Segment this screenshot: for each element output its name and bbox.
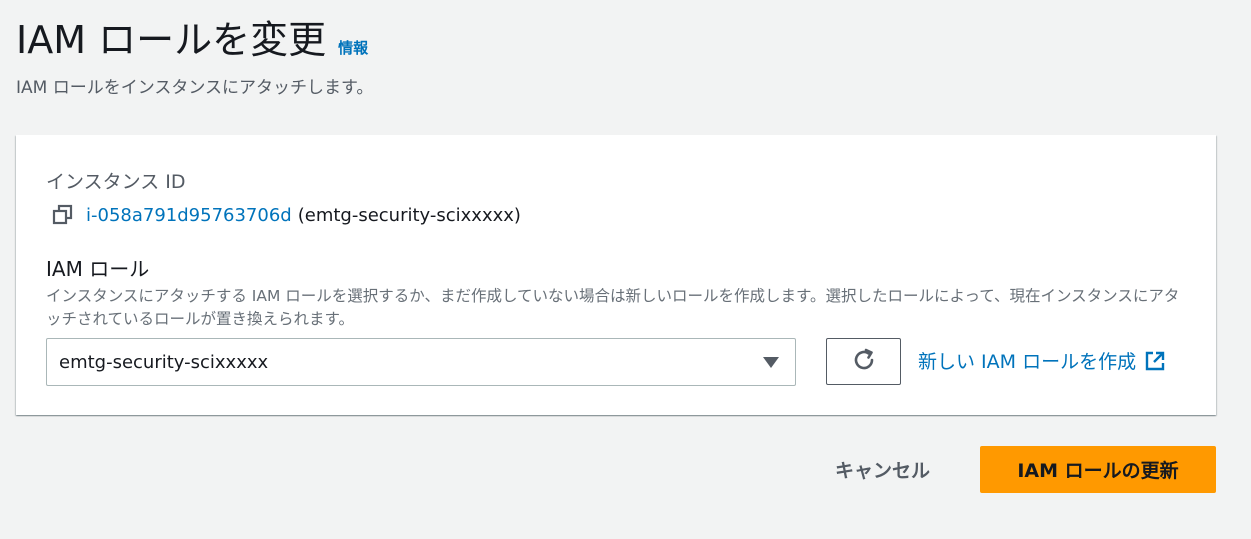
iam-role-selected-value: emtg-security-scixxxxx	[59, 351, 269, 373]
refresh-button[interactable]	[826, 338, 901, 385]
iam-role-label: IAM ロール	[46, 257, 150, 281]
instance-id-row: i-058a791d95763706d (emtg-security-scixx…	[52, 204, 521, 226]
page-header: IAM ロールを変更 情報 IAM ロールをインスタンスにアタッチします。	[16, 14, 1231, 100]
settings-card: インスタンス ID i-058a791d95763706d (emtg-secu…	[16, 135, 1216, 415]
instance-id-label: インスタンス ID	[46, 171, 186, 193]
create-iam-role-link[interactable]: 新しい IAM ロールを作成	[918, 347, 1166, 374]
copy-icon[interactable]	[52, 204, 74, 226]
external-link-icon	[1144, 350, 1166, 372]
iam-role-select[interactable]: emtg-security-scixxxxx	[46, 338, 796, 386]
caret-down-icon	[763, 356, 779, 368]
create-iam-role-label: 新しい IAM ロールを作成	[918, 351, 1137, 373]
page-description: IAM ロールをインスタンスにアタッチします。	[16, 78, 374, 98]
title-row: IAM ロールを変更 情報	[16, 14, 1231, 66]
page-title: IAM ロールを変更	[16, 18, 327, 62]
instance-name: (emtg-security-scixxxxx)	[297, 204, 521, 226]
iam-role-description: インスタンスにアタッチする IAM ロールを選択するか、まだ作成していない場合は…	[46, 287, 1180, 328]
instance-id-link[interactable]: i-058a791d95763706d	[86, 205, 292, 226]
cancel-button[interactable]: キャンセル	[810, 446, 955, 492]
refresh-icon	[851, 347, 877, 377]
info-link[interactable]: 情報	[338, 37, 368, 58]
update-iam-role-button[interactable]: IAM ロールの更新	[980, 446, 1216, 493]
